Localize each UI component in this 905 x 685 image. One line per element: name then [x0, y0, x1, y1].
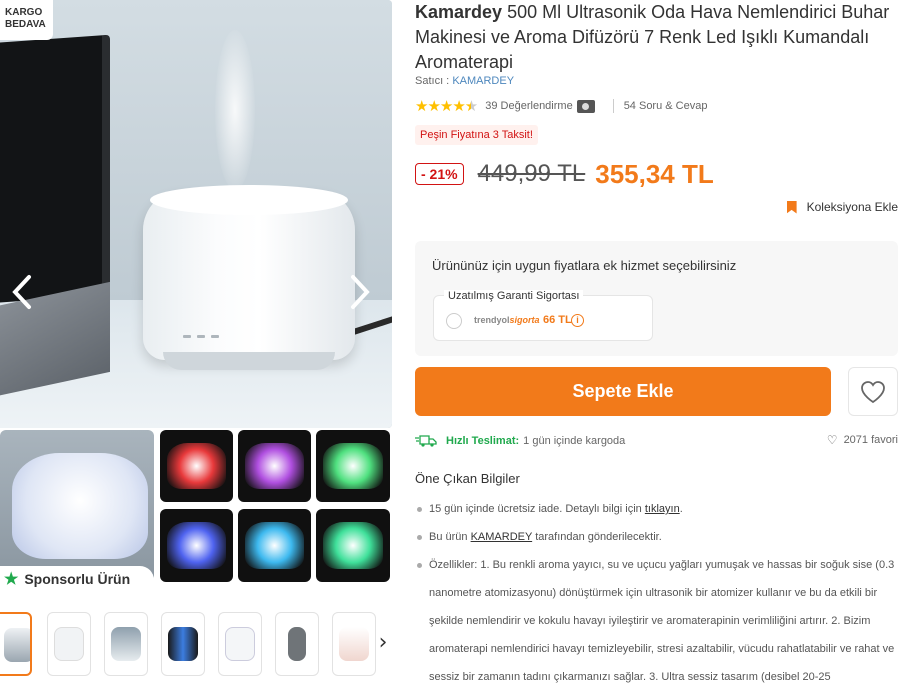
product-details: Kamardey 500 Ml Ultrasonik Oda Hava Neml…	[415, 0, 900, 685]
trendyol-sigorta-logo: trendyolsigorta	[474, 315, 540, 325]
seller-note-link[interactable]: KAMARDEY	[471, 531, 533, 543]
fast-delivery-icon	[415, 435, 437, 447]
divider	[612, 99, 614, 113]
rating-row: ★★★★★ 39 Değerlendirme 54 Soru & Cevap	[415, 97, 707, 115]
logo-text-b: sigorta	[509, 315, 540, 325]
diffuser-button	[197, 335, 205, 338]
variant-glow	[245, 442, 304, 490]
old-price: 449,99 TL	[477, 160, 586, 187]
fast-delivery-text: 1 gün içinde kargoda	[523, 435, 626, 447]
bookmark-icon	[786, 200, 797, 214]
chevron-left-icon	[12, 275, 31, 309]
delivery-row: Hızlı Teslimat: 1 gün içinde kargoda ♡ 2…	[415, 433, 898, 449]
services-title: Ürününüz için uygun fiyatlara ek hizmet …	[432, 258, 737, 273]
warranty-label: Uzatılmış Garanti Sigortası	[444, 290, 584, 302]
installment-badge: Peşin Fiyatına 3 Taksit!	[415, 125, 538, 145]
sponsored-label: Sponsorlu Ürün	[24, 571, 131, 587]
highlight-item: Özellikler: 1. Bu renkli aroma yayıcı, s…	[415, 551, 899, 685]
review-count-link[interactable]: 39 Değerlendirme	[485, 100, 572, 112]
heart-icon	[861, 380, 885, 403]
badge-line1: KARGO	[5, 7, 43, 18]
highlights-title: Öne Çıkan Bilgiler	[415, 471, 520, 486]
features-text: Özellikler: 1. Bu renkli aroma yayıcı, s…	[429, 559, 895, 683]
heart-outline-icon: ♡	[826, 433, 838, 447]
highlight-item: Bu ürün KAMARDEY tarafından gönderilecek…	[415, 523, 899, 551]
logo-text-a: trendyol	[474, 315, 510, 325]
camera-icon	[576, 99, 595, 113]
collection-label: Koleksiyona Ekle	[806, 200, 898, 214]
chevron-right-icon: ›	[378, 629, 388, 655]
thumbnail-2[interactable]	[47, 612, 91, 676]
return-text-end: .	[679, 503, 683, 515]
details-link[interactable]: tıklayın	[645, 503, 680, 515]
fast-delivery-label: Hızlı Teslimat:	[446, 435, 520, 447]
variant-thumbnail[interactable]	[160, 509, 233, 582]
thumbnail-6[interactable]	[275, 612, 319, 676]
highlights-list: 15 gün içinde ücretsiz iade. Detaylı bil…	[415, 495, 899, 685]
warranty-price: 66 TL	[543, 314, 572, 326]
favorite-count-text: 2071 favori	[843, 434, 898, 446]
variant-glow	[245, 522, 304, 569]
mist-image	[215, 30, 255, 190]
info-icon[interactable]: i	[571, 314, 584, 327]
main-product-image[interactable]	[0, 0, 392, 428]
price-row: - 21% 449,99 TL 355,34 TL	[415, 158, 714, 190]
variant-thumbnail[interactable]	[0, 430, 154, 582]
seller-note-post: tarafından gönderilecektir.	[535, 531, 662, 543]
variant-thumbnail[interactable]	[316, 509, 390, 582]
qa-link[interactable]: 54 Soru & Cevap	[624, 100, 708, 112]
thumbnail-1[interactable]	[0, 612, 32, 676]
variant-glow	[323, 442, 383, 490]
variant-thumbnail[interactable]	[316, 430, 390, 502]
favorite-count: ♡ 2071 favori	[827, 433, 898, 447]
thumbnail-4[interactable]	[161, 612, 205, 676]
seller-row: Satıcı : KAMARDEY	[415, 75, 514, 87]
product-title: Kamardey 500 Ml Ultrasonik Oda Hava Neml…	[415, 0, 895, 75]
variant-glow	[323, 522, 383, 569]
variant-thumbnail[interactable]	[238, 430, 311, 502]
seller-note-pre: Bu ürün	[429, 531, 468, 543]
chevron-right-icon	[351, 275, 370, 309]
diffuser-image	[143, 190, 355, 360]
color-variants-grid	[0, 430, 392, 586]
star-icon: ★	[4, 571, 19, 588]
laptop-image	[0, 34, 110, 306]
product-gallery: KARGO BEDAVA ★ Sponsorlu Ürün ›	[0, 0, 393, 685]
current-price: 355,34 TL	[595, 158, 714, 189]
highlight-item: 15 gün içinde ücretsiz iade. Detaylı bil…	[415, 495, 899, 523]
free-shipping-badge: KARGO BEDAVA	[0, 0, 53, 40]
variant-thumbnail[interactable]	[238, 509, 311, 582]
rating-stars[interactable]: ★★★★★	[415, 97, 478, 115]
discount-badge: - 21%	[415, 163, 464, 185]
variant-thumbnail[interactable]	[160, 430, 233, 502]
badge-line2: BEDAVA	[5, 19, 46, 30]
extra-services-box: Ürününüz için uygun fiyatlara ek hizmet …	[415, 241, 898, 356]
diffuser-button	[183, 335, 191, 338]
thumbnail-7[interactable]	[332, 612, 376, 676]
add-to-cart-button[interactable]: Sepete Ekle	[415, 367, 831, 416]
diffuser-button	[211, 335, 219, 338]
prev-image-button[interactable]	[2, 270, 42, 314]
variant-glow	[167, 522, 226, 569]
variant-glow	[167, 442, 226, 490]
favorite-button[interactable]	[848, 367, 898, 416]
warranty-radio[interactable]	[446, 313, 462, 329]
next-image-button[interactable]	[340, 270, 380, 314]
variant-glow	[12, 452, 148, 560]
brand-name[interactable]: Kamardey	[415, 2, 502, 22]
thumbnail-strip	[0, 612, 393, 676]
seller-label: Satıcı :	[415, 75, 450, 87]
seller-link[interactable]: KAMARDEY	[452, 75, 514, 87]
sponsored-badge: ★ Sponsorlu Ürün	[0, 566, 154, 592]
thumbnail-5[interactable]	[218, 612, 262, 676]
thumbnail-3[interactable]	[104, 612, 148, 676]
return-text: 15 gün içinde ücretsiz iade. Detaylı bil…	[429, 503, 642, 515]
add-to-collection-button[interactable]: Koleksiyona Ekle	[786, 200, 898, 214]
diffuser-top-image	[150, 185, 348, 215]
warranty-option[interactable]: Uzatılmış Garanti Sigortası trendyolsigo…	[433, 290, 653, 341]
thumbnail-next-button[interactable]: ›	[373, 622, 393, 662]
diffuser-base-image	[163, 352, 335, 370]
